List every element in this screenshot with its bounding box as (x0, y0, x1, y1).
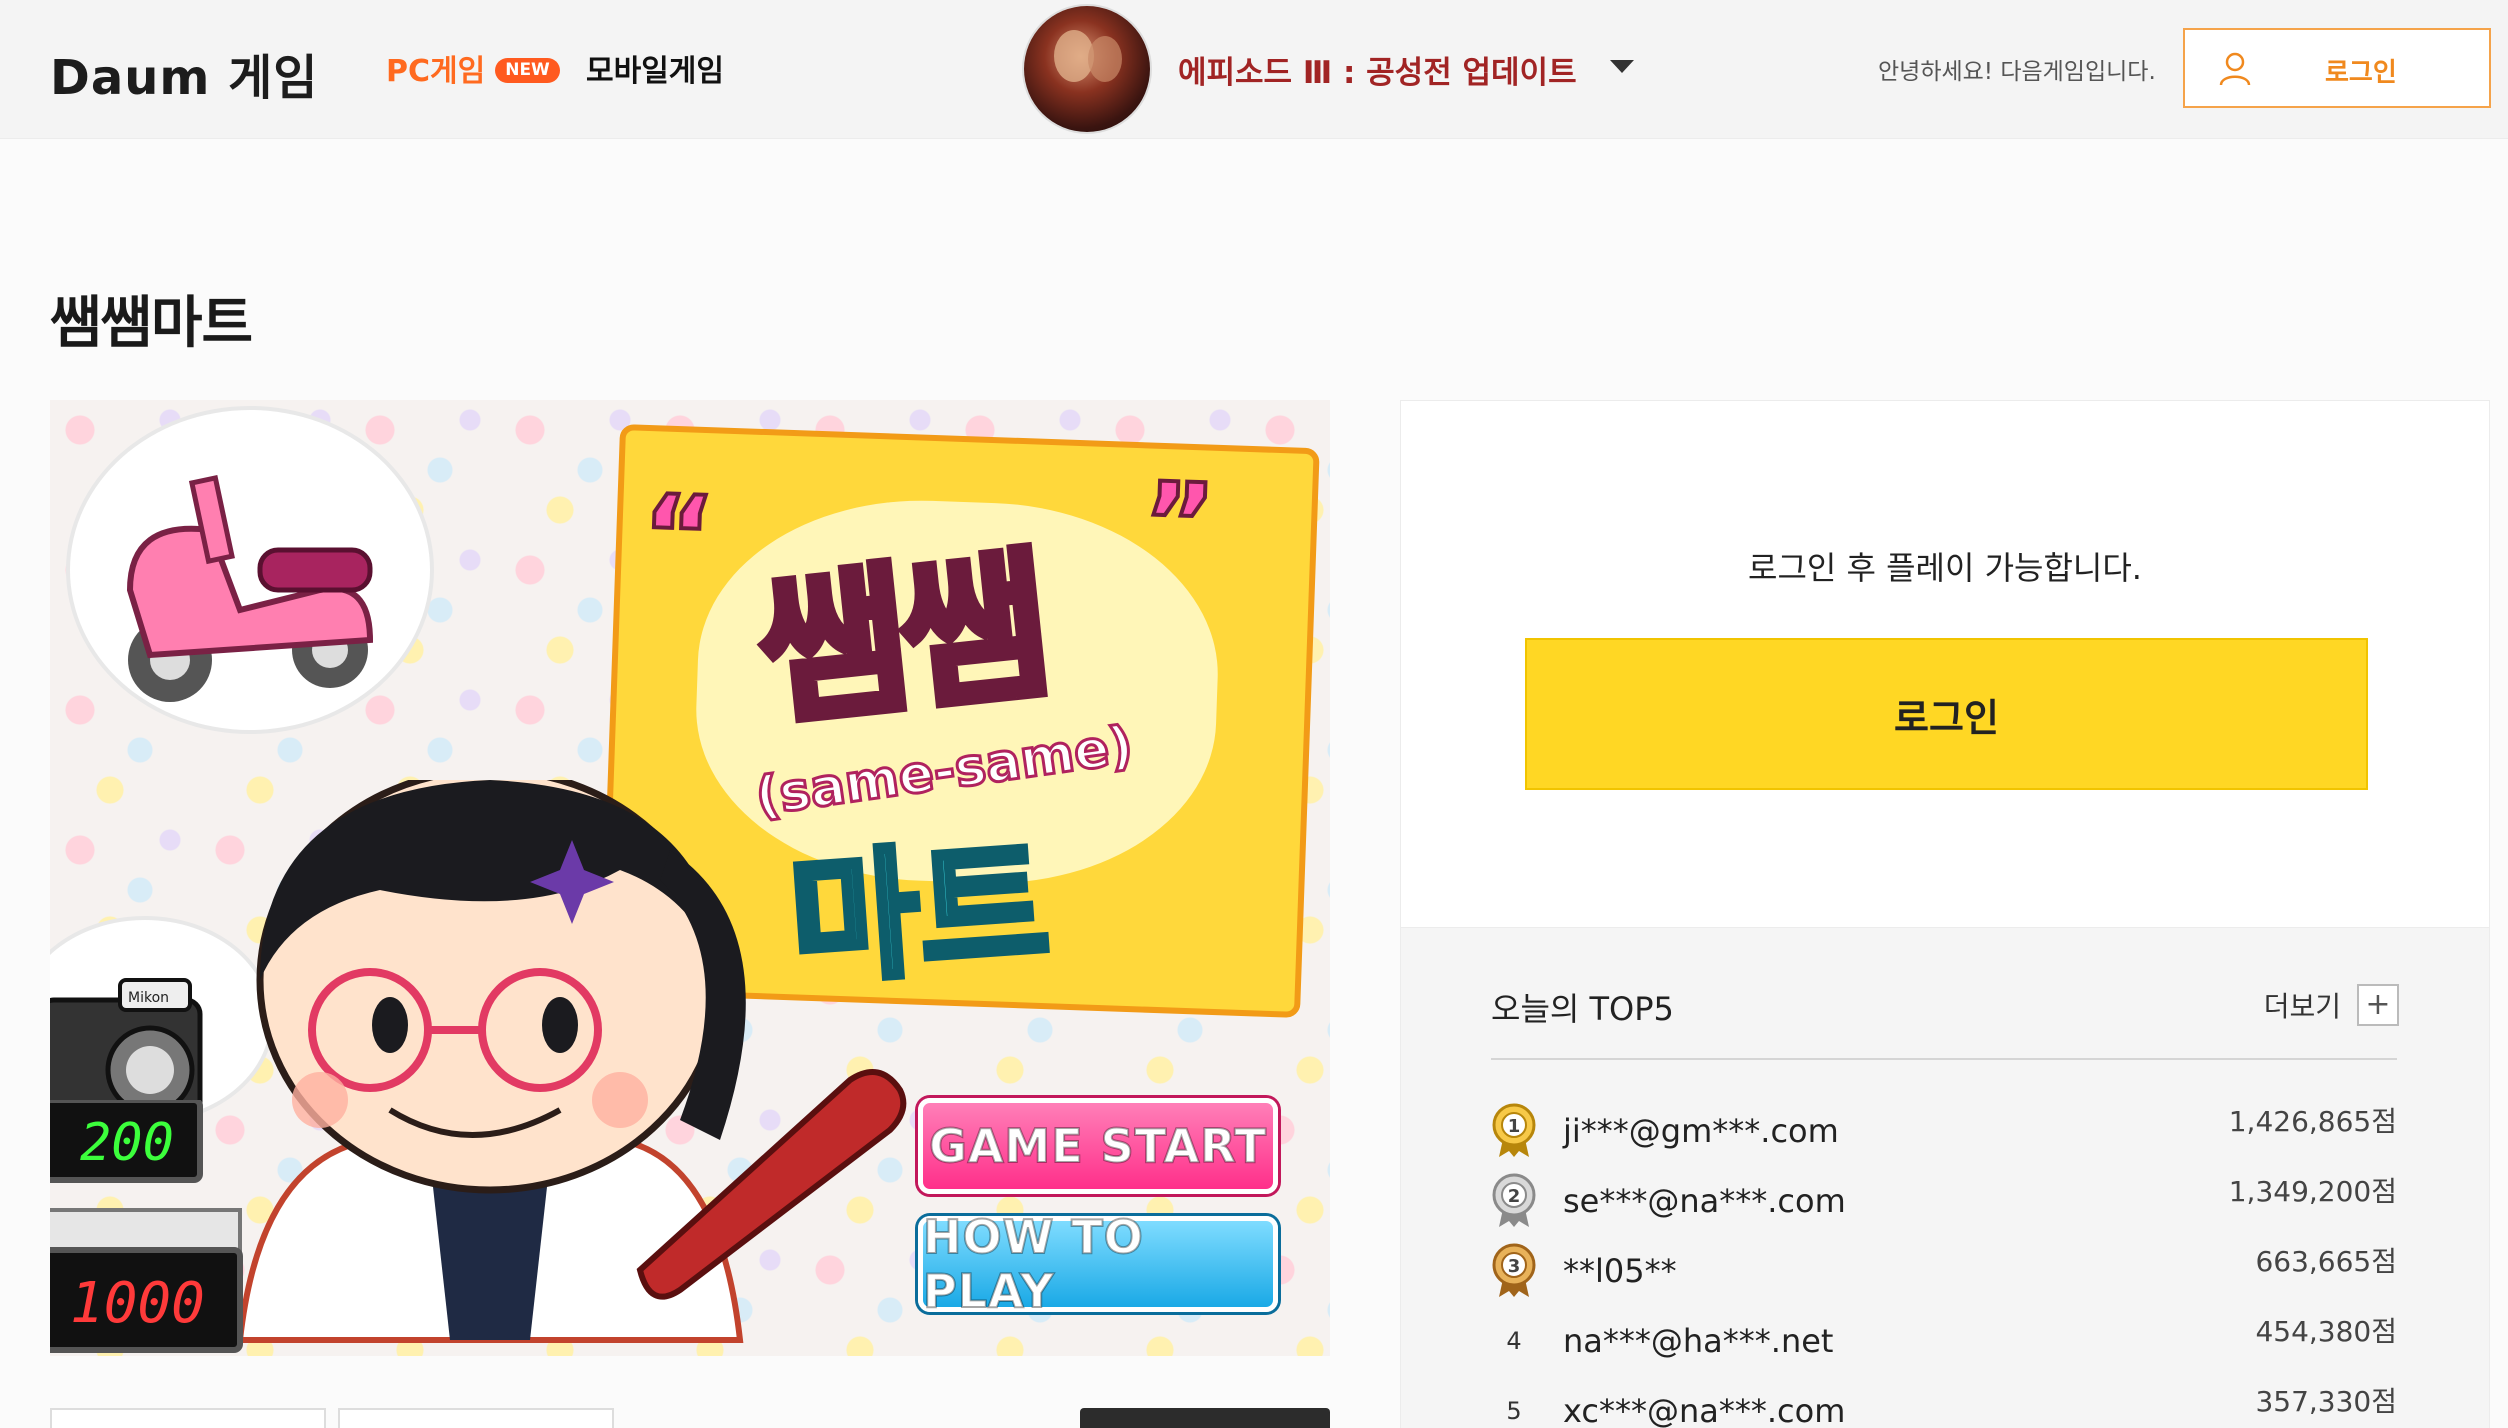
ranking-row: 3 **l05** 663,665점 (1491, 1236, 2397, 1306)
game-title-main: 쌤쌤 (748, 528, 1056, 751)
daum-game-logo[interactable]: Daum 게임 (50, 38, 318, 108)
login-button[interactable]: 로그인 (1525, 638, 2368, 790)
featured-episode[interactable]: 에피소드 Ⅲ : 공성전 업데이트 (1024, 6, 1577, 132)
more-link[interactable]: 더보기 + (2264, 984, 2399, 1026)
player-name: na***@ha***.net (1563, 1322, 1834, 1360)
logo-text: Daum 게임 (50, 50, 319, 106)
ranking-row: 2 se***@na***.com 1,349,200점 (1491, 1166, 2397, 1236)
bronze-medal-icon: 3 (1491, 1243, 1537, 1299)
camera-brand: Mikon (128, 990, 169, 1006)
login-panel: 로그인 후 플레이 가능합니다. 로그인 (1400, 400, 2490, 928)
register-display-bottom: 1000 (70, 1271, 205, 1336)
game-start-button[interactable]: GAME START (918, 1098, 1278, 1194)
player-score: 454,380점 (2255, 1315, 2397, 1348)
banner-action-button[interactable] (1080, 1408, 1330, 1428)
chevron-down-icon[interactable] (1610, 60, 1634, 73)
more-label: 더보기 (2263, 990, 2341, 1023)
nav-pc-label: PC게임 (386, 54, 486, 89)
episode-title: 에피소드 Ⅲ : 공성전 업데이트 (1178, 54, 1577, 91)
player-name: **l05** (1563, 1252, 1677, 1290)
svg-text:3: 3 (1508, 1256, 1521, 1277)
ranking-list: 1 ji***@gm***.com 1,426,865점 2 se***@na***.c… (1491, 1096, 2397, 1428)
rank-number: 4 (1506, 1327, 1522, 1355)
scooter-illustration (126, 474, 374, 702)
cash-register-illustration: 200 1000 (50, 1100, 243, 1353)
banner-tab[interactable] (50, 1408, 326, 1428)
plus-icon: + (2357, 984, 2399, 1026)
greeting-text: 안녕하세요! 다음게임입니다. (1878, 59, 2156, 85)
header-login-label: 로그인 (2325, 58, 2397, 88)
ranking-row: 4 na***@ha***.net 454,380점 (1491, 1306, 2397, 1376)
game-title-mart: 마트 (782, 820, 1057, 1008)
how-to-play-button[interactable]: HOW TO PLAY (918, 1209, 1278, 1319)
divider (1491, 1058, 2397, 1060)
player-score: 357,330점 (2255, 1385, 2397, 1418)
rank-number: 5 (1506, 1397, 1522, 1425)
player-score: 663,665점 (2255, 1245, 2397, 1278)
user-icon (2219, 52, 2251, 86)
page-title: 쌤쌤마트 (50, 291, 253, 356)
register-display-top: 200 (80, 1113, 174, 1173)
player-name: xc***@na***.com (1563, 1392, 1846, 1428)
global-header: Daum 게임 PC게임 NEW 모바일게임 에피소드 Ⅲ : 공성전 업데이트… (0, 0, 2508, 139)
ranking-row: 1 ji***@gm***.com 1,426,865점 (1491, 1096, 2397, 1166)
episode-thumbnail (1024, 6, 1150, 132)
silver-medal-icon: 2 (1491, 1173, 1537, 1229)
banner-tab[interactable] (338, 1408, 614, 1428)
player-name: se***@na***.com (1563, 1182, 1846, 1220)
sausage-illustration (636, 1069, 907, 1300)
player-score: 1,349,200점 (2228, 1175, 2397, 1208)
svg-text:1: 1 (1508, 1116, 1521, 1137)
ranking-title: 오늘의 TOP5 (1491, 990, 1674, 1028)
player-score: 1,426,865점 (2228, 1105, 2397, 1138)
today-top5-panel: 오늘의 TOP5 더보기 + 1 ji***@gm***.com 1,426,865… (1400, 928, 2490, 1428)
ranking-row: 5 xc***@na***.com 357,330점 (1491, 1376, 2397, 1428)
nav-mobile-games[interactable]: 모바일게임 (586, 46, 724, 90)
nav-pc-games[interactable]: PC게임 NEW (386, 46, 560, 90)
game-banner: “ ” 쌤쌤 (same-same) 마트 Mikon 200 1000 GAM… (50, 400, 1330, 1356)
gold-medal-icon: 1 (1491, 1103, 1537, 1159)
login-required-message: 로그인 후 플레이 가능합니다. (1748, 549, 2142, 587)
player-name: ji***@gm***.com (1563, 1112, 1839, 1150)
header-login-button[interactable]: 로그인 (2183, 28, 2491, 108)
svg-text:2: 2 (1508, 1186, 1521, 1207)
new-badge: NEW (495, 57, 560, 83)
